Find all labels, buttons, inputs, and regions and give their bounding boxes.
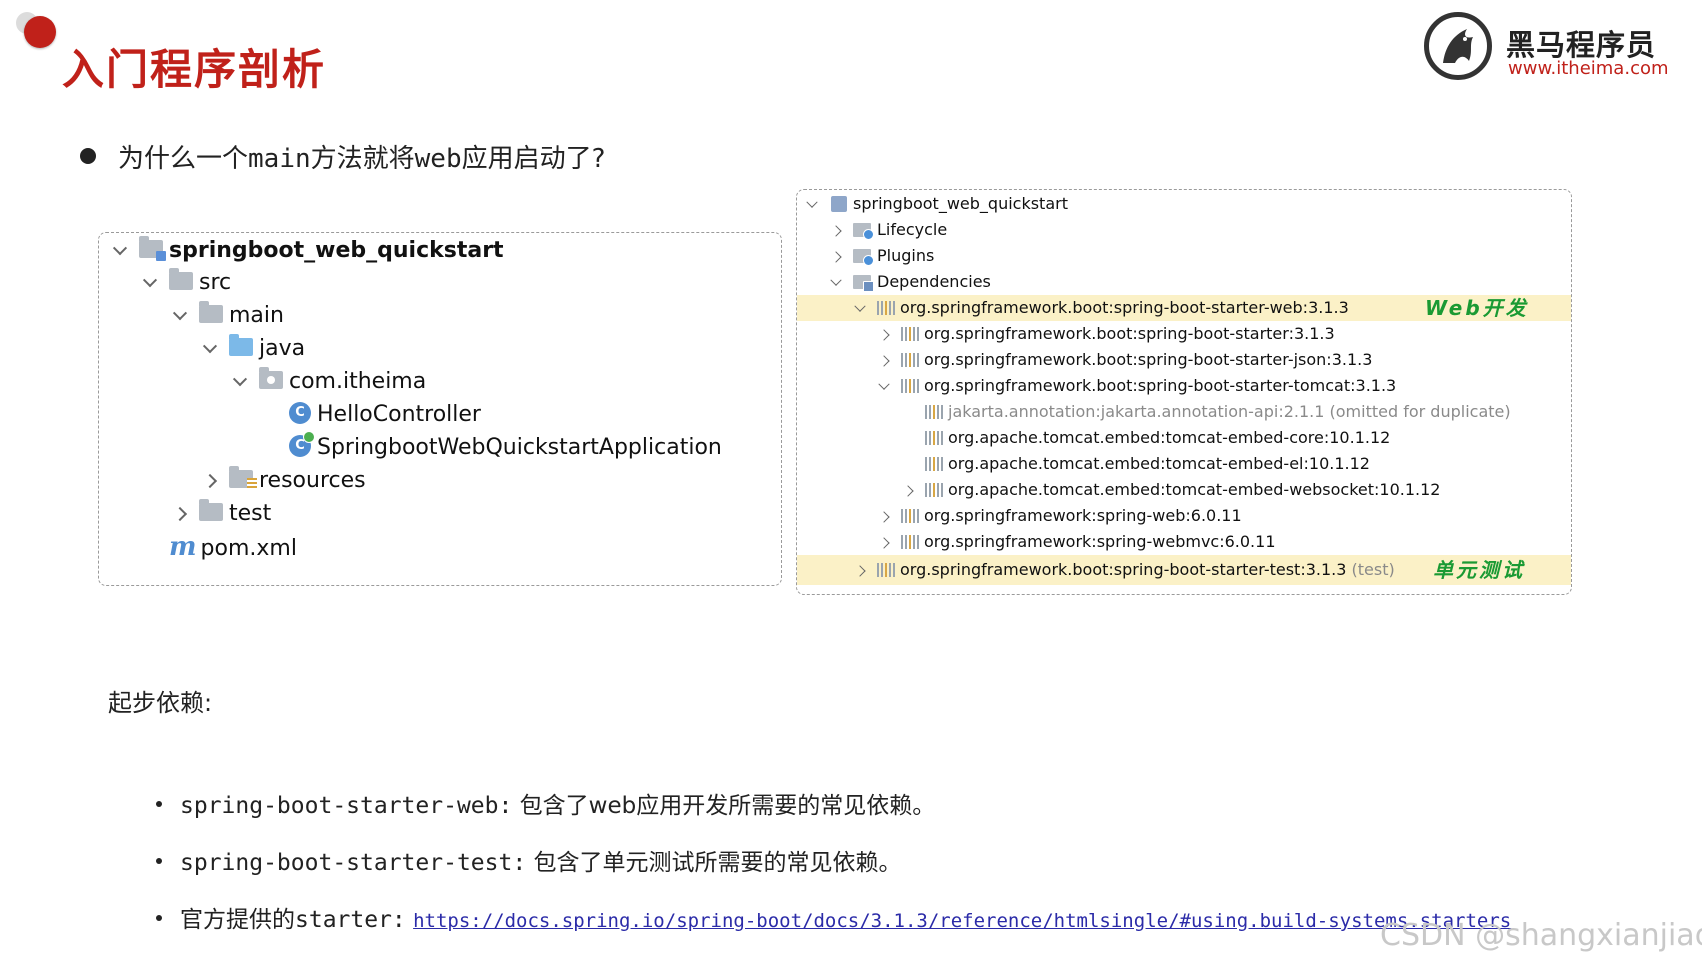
maven-dependencies-row[interactable]: Dependencies [797,269,1571,295]
chevron-down-icon[interactable] [827,269,845,295]
library-icon [925,482,943,497]
dep-row-spring-web[interactable]: org.springframework:spring-web:6.0.11 [797,503,1571,529]
chevron-right-icon[interactable] [827,217,845,243]
library-icon [877,300,895,315]
folder-icon [199,499,223,521]
maven-tree-panel: springboot_web_quickstart Lifecycle Plug… [796,189,1572,595]
dep-row-tomcat-el[interactable]: org.apache.tomcat.embed:tomcat-embed-el:… [797,451,1571,477]
slide-title: 入门程序剖析 [62,45,327,94]
tree-item-test[interactable]: test [169,498,271,530]
chevron-down-icon[interactable] [139,267,161,299]
dep-row-starter-test[interactable]: org.springframework.boot:spring-boot-sta… [797,555,1571,585]
dep-row-starter-web[interactable]: org.springframework.boot:spring-boot-sta… [797,295,1571,321]
horse-logo-icon [1424,12,1492,80]
tree-item-src[interactable]: src [139,267,231,299]
tree-item-application[interactable]: C SpringbootWebQuickstartApplication [289,431,722,464]
chevron-down-icon[interactable] [229,366,251,398]
library-icon [901,326,919,341]
library-icon [877,562,895,577]
maven-root-row[interactable]: springboot_web_quickstart [797,191,1571,217]
folder-icon [169,268,193,290]
decor-dot-red [24,16,56,48]
lifecycle-folder-icon [853,222,874,240]
tree-item-hellocontroller[interactable]: C HelloController [289,399,481,431]
chevron-right-icon[interactable] [875,529,893,555]
dep-row-starter-tomcat[interactable]: org.springframework.boot:spring-boot-sta… [797,373,1571,399]
spring-app-class-icon: C [289,431,315,457]
chevron-down-icon[interactable] [851,295,869,321]
folder-icon [199,301,223,323]
dep-row-starter[interactable]: org.springframework.boot:spring-boot-sta… [797,321,1571,347]
library-icon [925,430,943,445]
chevron-right-icon[interactable] [875,347,893,373]
tree-item-package[interactable]: com.itheima [229,366,426,398]
project-folder-icon [139,236,166,261]
list-item-starter-web: spring-boot-starter-web: 包含了web应用开发所需要的常… [156,786,935,820]
resources-folder-icon [229,466,257,490]
dep-row-tomcat-websocket[interactable]: org.apache.tomcat.embed:tomcat-embed-web… [797,477,1571,503]
logo-brand-url: www.itheima.com [1508,58,1669,79]
bullet-icon [156,914,162,921]
project-tree-panel: springboot_web_quickstart src main java … [98,232,782,586]
library-icon [925,404,943,419]
tree-item-java[interactable]: java [199,333,305,365]
maven-module-icon [831,195,847,212]
tree-item-pom[interactable]: m pom.xml [169,531,297,563]
dep-row-jakarta[interactable]: jakarta.annotation:jakarta.annotation-ap… [797,399,1571,425]
dependencies-folder-icon [853,274,874,292]
dep-row-tomcat-core[interactable]: org.apache.tomcat.embed:tomcat-embed-cor… [797,425,1571,451]
chevron-down-icon[interactable] [803,191,821,217]
starters-docs-link[interactable]: https://docs.spring.io/spring-boot/docs/… [413,910,1511,932]
tree-item-root[interactable]: springboot_web_quickstart [109,235,504,267]
bullet-icon [80,148,96,164]
bullet-icon [156,800,162,807]
maven-plugins-row[interactable]: Plugins [797,243,1571,269]
question-text: 为什么一个main方法就将web应用启动了? [118,144,606,174]
chevron-down-icon[interactable] [875,373,893,399]
chevron-down-icon[interactable] [199,333,221,365]
chevron-down-icon[interactable] [169,300,191,332]
chevron-right-icon[interactable] [827,243,845,269]
maven-file-icon: m [169,532,197,562]
chevron-right-icon[interactable] [875,321,893,347]
starter-deps-heading: 起步依赖: [108,689,213,717]
watermark-text: CSDN @shangxianjiao [1380,918,1702,953]
library-icon [901,352,919,367]
annotation-unit-test: 单元测试 [1433,558,1525,582]
chevron-right-icon[interactable] [851,555,869,585]
library-icon [925,456,943,471]
chevron-right-icon[interactable] [169,498,191,530]
list-item-starter-test: spring-boot-starter-test: 包含了单元测试所需要的常见依… [156,843,902,877]
dep-row-spring-webmvc[interactable]: org.springframework:spring-webmvc:6.0.11 [797,529,1571,555]
tree-item-main[interactable]: main [169,300,284,332]
plugins-folder-icon [853,248,874,266]
chevron-down-icon[interactable] [109,235,131,267]
package-icon [259,367,283,389]
library-icon [901,508,919,523]
maven-lifecycle-row[interactable]: Lifecycle [797,217,1571,243]
class-icon: C [289,402,311,424]
list-item-official-starters: 官方提供的starter: https://docs.spring.io/spr… [156,900,1511,934]
chevron-right-icon[interactable] [199,465,221,497]
chevron-right-icon[interactable] [875,503,893,529]
library-icon [901,378,919,393]
dep-row-starter-json[interactable]: org.springframework.boot:spring-boot-sta… [797,347,1571,373]
source-folder-icon [229,334,253,356]
chevron-right-icon[interactable] [899,477,917,503]
library-icon [901,534,919,549]
tree-item-resources[interactable]: resources [199,465,366,497]
annotation-web-dev: Web开发 [1425,296,1529,320]
bullet-icon [156,857,162,864]
